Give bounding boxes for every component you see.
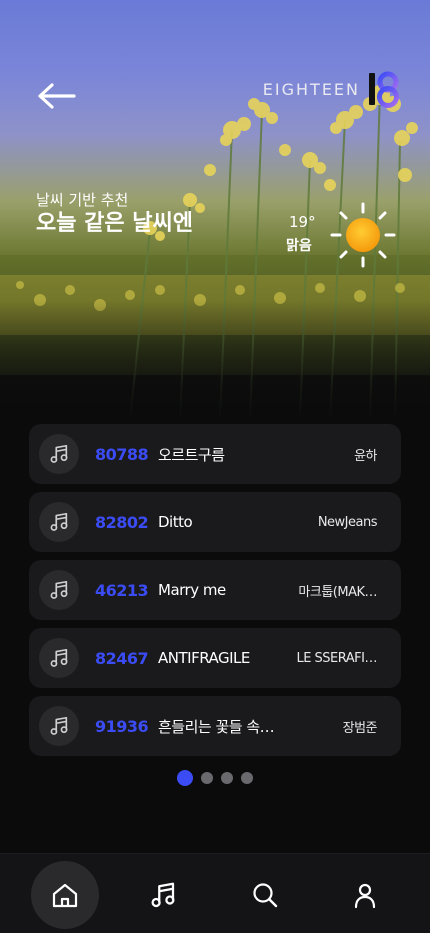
song-artist: LE SSERAFI… (296, 650, 377, 666)
song-title: 오르트구름 (158, 445, 225, 464)
song-number: 80788 (95, 444, 149, 464)
song-row[interactable]: 82802 Ditto NewJeans (29, 492, 401, 552)
song-thumb (39, 570, 79, 610)
pagination-dots (0, 770, 430, 786)
search-icon (253, 883, 278, 908)
song-number: 82467 (95, 648, 149, 668)
music-note-icon (50, 512, 68, 531)
song-artist: 장범준 (342, 720, 377, 736)
bottom-nav (0, 853, 430, 933)
nav-home[interactable] (31, 861, 99, 929)
song-thumb (39, 502, 79, 542)
music-note-icon (151, 882, 175, 908)
song-thumb (39, 706, 79, 746)
profile-icon (354, 883, 376, 909)
song-artist: 마크툽(MAK… (298, 584, 377, 600)
song-row[interactable]: 91936 흔들리는 꽃들 속… 장범준 (29, 696, 401, 756)
song-thumb (39, 638, 79, 678)
music-note-icon (50, 444, 68, 463)
music-note-icon (50, 648, 68, 667)
song-title: Ditto (158, 513, 193, 531)
brand-name: EIGHTEEN (262, 79, 360, 99)
song-list: 80788 오르트구름 윤하 82802 Ditto NewJeans 4621… (29, 424, 401, 764)
temperature: 19° (289, 213, 316, 231)
arrow-left-icon (38, 83, 76, 109)
song-title: Marry me (158, 581, 226, 599)
song-row[interactable]: 80788 오르트구름 윤하 (29, 424, 401, 484)
song-title: 흔들리는 꽃들 속… (158, 717, 275, 736)
nav-music[interactable] (129, 861, 197, 929)
song-thumb (39, 434, 79, 474)
nav-search[interactable] (231, 861, 299, 929)
song-row[interactable]: 82467 ANTIFRAGILE LE SSERAFI… (29, 628, 401, 688)
weather-subtitle: 날씨 기반 추천 (36, 191, 129, 209)
music-note-icon (50, 716, 68, 735)
weather-title: 오늘 같은 날씨엔 (36, 211, 193, 236)
song-artist: 윤하 (354, 448, 377, 464)
pagination-dot-1[interactable] (177, 770, 193, 786)
pagination-dot-3[interactable] (221, 772, 233, 784)
song-number: 82802 (95, 512, 149, 532)
pagination-dot-2[interactable] (201, 772, 213, 784)
sun-icon (330, 202, 396, 268)
song-artist: NewJeans (317, 514, 377, 530)
home-icon (52, 883, 78, 908)
eighteen-logo-icon (369, 71, 399, 108)
pagination-dot-4[interactable] (241, 772, 253, 784)
nav-profile[interactable] (331, 861, 399, 929)
hero-fade (0, 300, 430, 420)
back-button[interactable] (34, 78, 78, 114)
song-number: 91936 (95, 716, 149, 736)
weather-condition: 맑음 (286, 238, 312, 254)
music-note-icon (50, 580, 68, 599)
song-number: 46213 (95, 580, 149, 600)
brand-logo: EIGHTEEN (263, 70, 400, 108)
song-row[interactable]: 46213 Marry me 마크툽(MAK… (29, 560, 401, 620)
song-title: ANTIFRAGILE (158, 649, 250, 667)
